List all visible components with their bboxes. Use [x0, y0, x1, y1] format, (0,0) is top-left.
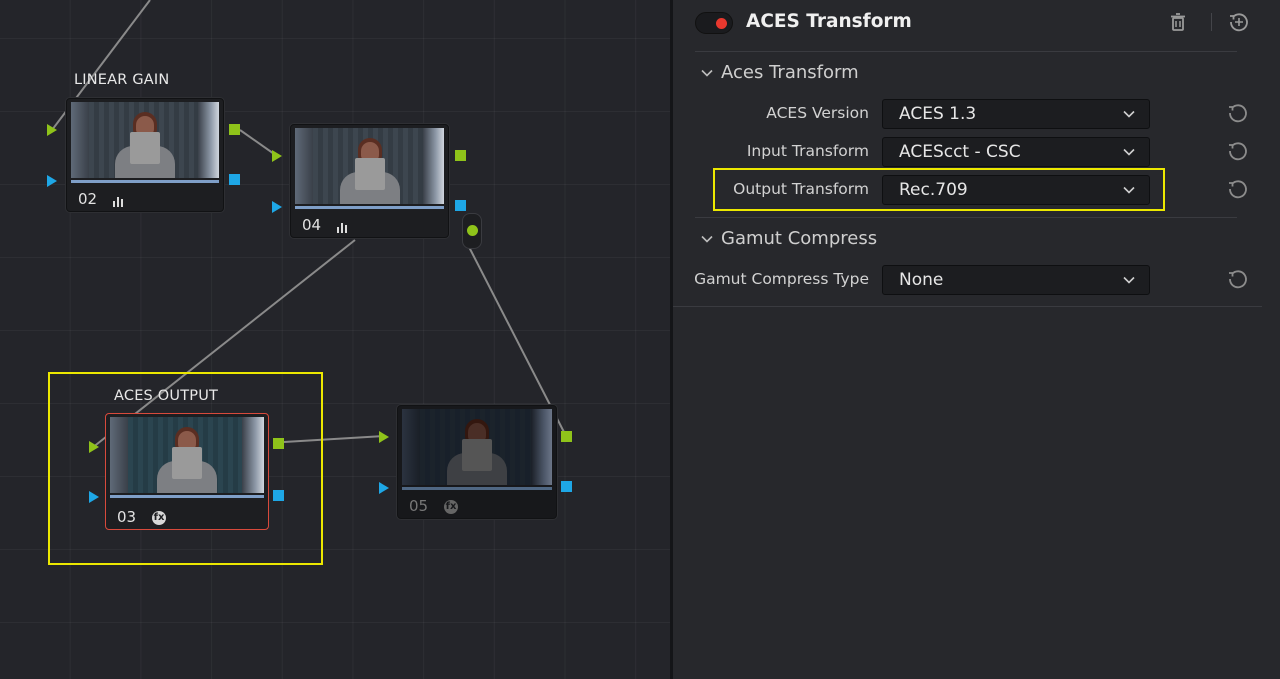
- node-02-status-bar: [71, 180, 219, 183]
- panel-rule: [673, 306, 1262, 307]
- node-05-key-output[interactable]: [561, 481, 572, 492]
- header-rule: [695, 51, 1237, 52]
- section-title: Gamut Compress: [721, 228, 878, 249]
- dropdown-value: ACES 1.3: [899, 104, 977, 124]
- aces-version-label: ACES Version: [766, 104, 869, 122]
- node-04-key-input[interactable]: [272, 201, 282, 213]
- node-editor[interactable]: LINEAR GAIN 02 04 ACES OUTPUT 03 fx 05 f…: [0, 0, 670, 679]
- section-title: Aces Transform: [721, 62, 859, 83]
- gamut-compress-type-label: Gamut Compress Type: [694, 270, 869, 288]
- node-02-label: LINEAR GAIN: [74, 72, 170, 88]
- node-02[interactable]: 02: [66, 98, 224, 212]
- node-04-number: 04: [302, 216, 322, 234]
- inspector-title: ACES Transform: [746, 11, 912, 32]
- node-02-thumbnail: [71, 102, 219, 178]
- dropdown-value: ACEScct - CSC: [899, 142, 1021, 162]
- node-02-key-output[interactable]: [229, 174, 240, 185]
- node-05[interactable]: 05 fx: [397, 405, 557, 519]
- inspector-header: ACES Transform: [673, 0, 1280, 48]
- dropdown-value: None: [899, 270, 944, 290]
- aces-version-dropdown[interactable]: ACES 1.3: [882, 99, 1150, 129]
- node-05-rgb-input[interactable]: [379, 431, 389, 443]
- input-transform-label: Input Transform: [746, 142, 869, 160]
- node-04[interactable]: 04: [290, 124, 449, 238]
- reset-icon[interactable]: [1227, 268, 1249, 290]
- aces-output-highlight: [48, 372, 323, 565]
- effects-inspector: ACES Transform Aces Transform ACES Versi…: [673, 0, 1280, 679]
- output-transform-highlight: [713, 168, 1165, 211]
- input-transform-dropdown[interactable]: ACEScct - CSC: [882, 137, 1150, 167]
- effect-enable-toggle[interactable]: [695, 12, 733, 34]
- section-aces-transform[interactable]: Aces Transform: [701, 62, 859, 83]
- parallel-junction[interactable]: [462, 213, 482, 249]
- node-04-rgb-output[interactable]: [455, 150, 466, 161]
- bars-icon: [337, 219, 350, 233]
- chevron-down-icon: [1123, 148, 1135, 156]
- node-05-status-bar: [402, 487, 552, 490]
- node-05-thumbnail: [402, 409, 552, 485]
- chevron-down-icon: [1123, 276, 1135, 284]
- node-02-rgb-input[interactable]: [47, 124, 57, 136]
- node-05-key-input[interactable]: [379, 482, 389, 494]
- node-04-rgb-input[interactable]: [272, 150, 282, 162]
- resolve-color-page: LINEAR GAIN 02 04 ACES OUTPUT 03 fx 05 f…: [0, 0, 1280, 679]
- gamut-compress-type-dropdown[interactable]: None: [882, 265, 1150, 295]
- section-gamut-compress[interactable]: Gamut Compress: [701, 228, 877, 249]
- reset-icon[interactable]: [1227, 140, 1249, 162]
- chevron-down-icon: [701, 235, 713, 243]
- trash-icon[interactable]: [1167, 11, 1189, 33]
- node-05-rgb-output[interactable]: [561, 431, 572, 442]
- node-02-number: 02: [78, 190, 98, 208]
- node-04-thumbnail: [295, 128, 444, 204]
- reset-icon[interactable]: [1227, 178, 1249, 200]
- node-04-status-bar: [295, 206, 444, 209]
- bars-icon: [113, 193, 126, 207]
- node-02-rgb-output[interactable]: [229, 124, 240, 135]
- toggle-on-dot-icon: [716, 18, 727, 29]
- junction-dot-icon: [467, 225, 478, 236]
- reset-all-icon[interactable]: [1228, 11, 1250, 33]
- node-02-key-input[interactable]: [47, 175, 57, 187]
- section-rule: [695, 217, 1237, 218]
- fx-icon: fx: [444, 500, 458, 514]
- reset-icon[interactable]: [1227, 102, 1249, 124]
- header-separator: [1211, 13, 1212, 31]
- node-05-number: 05: [409, 497, 429, 515]
- chevron-down-icon: [701, 69, 713, 77]
- node-04-key-output[interactable]: [455, 200, 466, 211]
- chevron-down-icon: [1123, 110, 1135, 118]
